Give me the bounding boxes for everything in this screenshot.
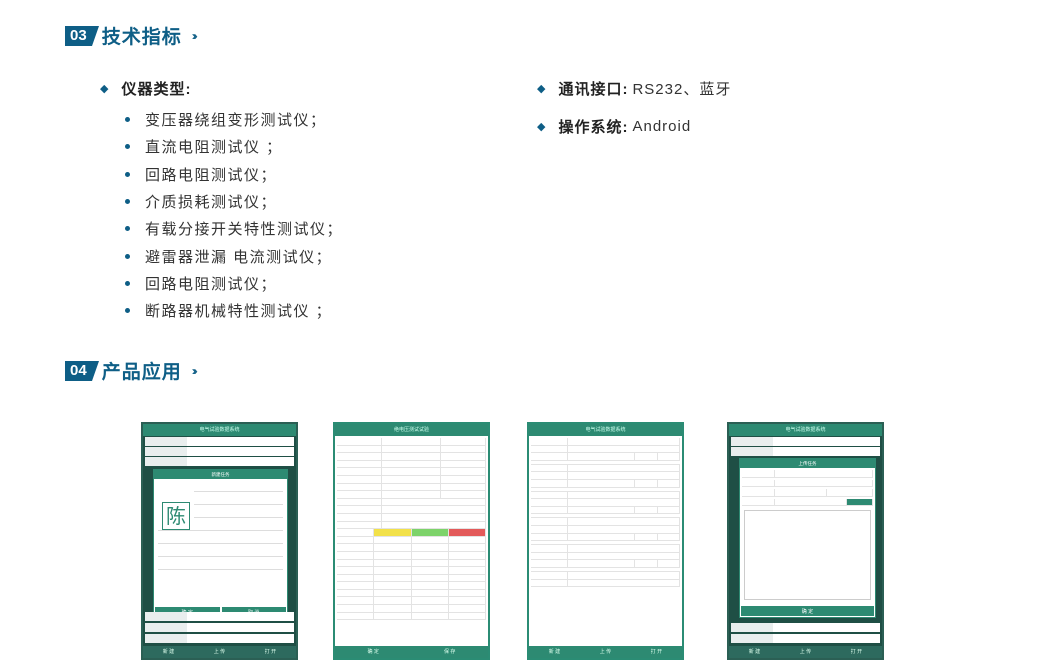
bottom-toolbar: 新 建 上 传 打 开 [729,646,882,658]
list-item: 回路电阻测试仪； [120,270,343,297]
new-button[interactable]: 新 建 [163,646,174,658]
app-screenshot-3: 电气试验数据系统 新 建 上 传 打 开 [527,422,684,660]
new-button[interactable]: 新 建 [549,646,560,658]
section-04-header: 04 产品应用 ››› [65,357,198,384]
upload-button[interactable]: 上 传 [214,646,225,658]
bullet-icon [125,280,130,286]
interface-label: 通讯接口: [558,81,629,98]
section-title: 产品应用 [101,362,182,383]
task-list [529,436,682,589]
new-button[interactable]: 新 建 [749,646,760,658]
list-item: 断路器机械特性测试仪 ； [120,297,343,324]
diamond-icon: ◆ [100,83,110,95]
os-value: Android [632,118,692,135]
diamond-icon: ◆ [537,121,547,133]
section-number-badge: 04 [65,360,99,381]
app-title-bar: 电气试验数据系统 [729,424,882,436]
list-item: 回路电阻测试仪； [120,161,343,188]
list-item: 避雷器泄漏 电流测试仪； [120,242,343,269]
upload-log-area [744,510,871,601]
avatar: 陈 [162,502,190,530]
upload-button[interactable]: 上 传 [800,646,811,658]
bullet-icon [125,308,130,314]
section-number-badge: 03 [65,25,99,46]
ok-button[interactable]: 确 定 [368,646,379,658]
bullet-icon [125,199,130,205]
bullet-icon [125,117,130,123]
app-title-bar: 电气试验数据系统 [529,424,682,436]
dialog-title: 上传任务 [740,459,875,468]
list-item: 直流电阻测试仪 ； [120,133,343,160]
open-button[interactable]: 打 开 [265,646,276,658]
test-data-table [335,436,488,622]
upload-task-dialog: 上传任务 确 定 [739,458,876,618]
diamond-icon: ◆ [537,83,547,95]
app-title-bar: 电气试验数据系统 [143,424,296,436]
upload-button[interactable]: 上 传 [600,646,611,658]
bottom-toolbar: 新 建 上 传 打 开 [529,646,682,658]
chevrons-icon: ››› [191,363,198,378]
section-03-header: 03 技术指标 ››› [65,22,198,49]
save-button[interactable]: 保 存 [444,646,455,658]
dialog-title: 新建任务 [154,470,287,479]
bullet-icon [125,144,130,150]
bullet-icon [125,226,130,232]
bullet-icon [125,253,130,259]
bottom-toolbar: 新 建 上 传 打 开 [143,646,296,658]
bullet-icon [125,171,130,177]
list-item: 有载分接开关特性测试仪； [120,215,343,242]
instrument-type-label: 仪器类型: [121,81,192,98]
interface-spec: ◆ 通讯接口: RS232、蓝牙 [537,78,731,99]
instrument-list: 变压器绕组变形测试仪； 直流电阻测试仪 ； 回路电阻测试仪； 介质损耗测试仪； … [120,106,343,324]
bottom-toolbar: 确 定 保 存 [335,646,488,658]
list-item: 变压器绕组变形测试仪； [120,106,343,133]
app-screenshot-2: 绝电压测试试验 确 定 保 存 [333,422,490,660]
open-button[interactable]: 打 开 [851,646,862,658]
new-task-dialog: 新建任务 陈 确 定 取 消 [153,469,288,619]
app-screenshot-4: 电气试验数据系统 上传任务 确 定 新 建 上 传 打 开 [727,422,884,660]
os-spec: ◆ 操作系统: Android [537,116,691,137]
instrument-type-heading: ◆ 仪器类型: [100,78,191,99]
list-item: 介质损耗测试仪； [120,188,343,215]
interface-value: RS232、蓝牙 [632,81,732,98]
chevrons-icon: ››› [191,28,198,43]
app-title-bar: 绝电压测试试验 [335,424,488,436]
ok-button[interactable]: 确 定 [741,606,874,616]
os-label: 操作系统: [558,119,629,136]
section-title: 技术指标 [101,27,182,48]
open-button[interactable]: 打 开 [651,646,662,658]
app-screenshot-1: 电气试验数据系统 新建任务 陈 确 定 取 消 新 建 上 传 打 开 [141,422,298,660]
